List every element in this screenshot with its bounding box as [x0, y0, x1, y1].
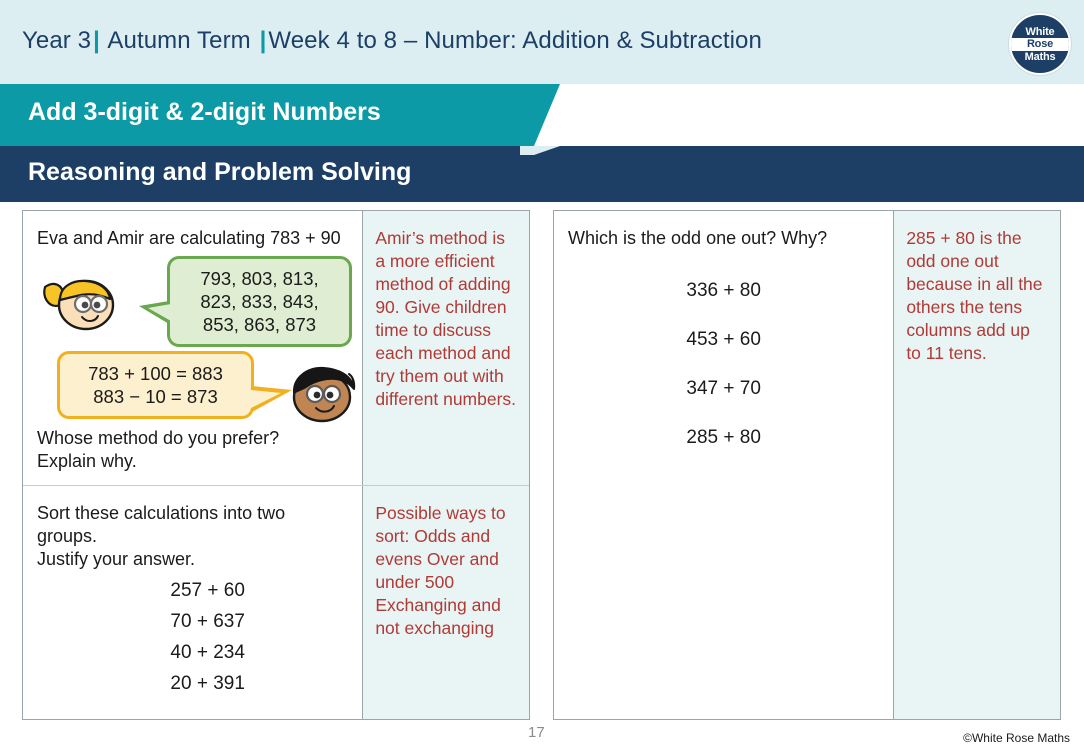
topic-title: Add 3-digit & 2-digit Numbers: [28, 98, 381, 126]
calculation-item: 336 + 80: [686, 280, 761, 301]
curriculum-breadcrumb: Year 3| Autumn Term |Week 4 to 8 – Numbe…: [22, 27, 762, 55]
calculation-item: 347 + 70: [686, 378, 761, 399]
calculation-item: 40 + 234: [170, 642, 245, 663]
table-row: Which is the odd one out? Why? 336 + 80 …: [554, 211, 1060, 719]
amir-bubble-line-2: 883 − 10 = 873: [93, 386, 218, 407]
question-cell-2: Sort these calculations into two groups.…: [23, 486, 363, 719]
white-rose-maths-logo: White Rose Maths: [1009, 13, 1071, 75]
question-2-calculation-list: 257 + 60 70 + 637 40 + 234 20 + 391: [37, 575, 348, 699]
question-2-closing-line-1: Compare your groups with a friend. Are: [37, 717, 348, 719]
question-cell-1: Eva and Amir are calculating 783 + 90 79…: [23, 211, 363, 485]
section-title: Reasoning and Problem Solving: [28, 158, 412, 186]
page-number: 17: [528, 724, 545, 741]
question-2-prompt-line-1: Sort these calculations into two groups.: [37, 503, 286, 546]
question-2-prompt-line-2: Justify your answer.: [37, 549, 196, 569]
calculation-item: 257 + 60: [170, 580, 245, 601]
breadcrumb-separator-2: |: [259, 27, 267, 54]
question-1-closing-line-2: Explain why.: [37, 451, 137, 471]
calculation-item: 285 + 80: [686, 427, 761, 448]
left-question-table: Eva and Amir are calculating 783 + 90 79…: [22, 210, 530, 720]
breadcrumb-separator-1: |: [93, 27, 100, 54]
question-1-closing: Whose method do you prefer? Explain why.: [37, 427, 279, 473]
logo-line-white: White: [1025, 25, 1055, 38]
question-3-calculation-list: 336 + 80 453 + 60 347 + 70 285 + 80: [568, 266, 879, 462]
calculation-item: 20 + 391: [170, 673, 245, 694]
table-row: Eva and Amir are calculating 783 + 90 79…: [23, 211, 529, 486]
question-1-closing-line-1: Whose method do you prefer?: [37, 428, 280, 448]
logo-line-rose: Rose: [1011, 37, 1069, 51]
amir-bubble-line-1: 783 + 100 = 883: [88, 363, 223, 384]
answer-cell-2: Possible ways to sort: Odds and evens Ov…: [362, 486, 529, 719]
eva-speech-bubble: 793, 803, 813, 823, 833, 843, 853, 863, …: [139, 256, 352, 347]
question-3-prompt: Which is the odd one out? Why?: [568, 228, 828, 248]
amir-character-avatar: [286, 363, 360, 432]
table-row: Sort these calculations into two groups.…: [23, 486, 529, 719]
breadcrumb-term: Autumn Term: [107, 27, 251, 54]
right-question-table: Which is the odd one out? Why? 336 + 80 …: [553, 210, 1061, 720]
logo-line-maths: Maths: [1024, 50, 1056, 63]
answer-cell-3: 285 + 80 is the odd one out because in a…: [893, 211, 1060, 719]
breadcrumb-year: Year 3: [22, 27, 92, 54]
amir-speech-bubble: 783 + 100 = 883 883 − 10 = 873: [57, 351, 292, 419]
calculation-item: 453 + 60: [686, 329, 761, 350]
answer-cell-1: Amir’s method is a more efficient method…: [362, 211, 529, 485]
calculation-item: 70 + 637: [170, 611, 245, 632]
question-1-prompt: Eva and Amir are calculating 783 + 90: [37, 228, 341, 248]
copyright-notice: ©White Rose Maths: [963, 731, 1070, 745]
eva-character-avatar: [41, 273, 119, 340]
breadcrumb-week: Week 4 to 8 – Number: Addition & Subtrac…: [268, 27, 762, 54]
question-cell-3: Which is the odd one out? Why? 336 + 80 …: [554, 211, 894, 719]
